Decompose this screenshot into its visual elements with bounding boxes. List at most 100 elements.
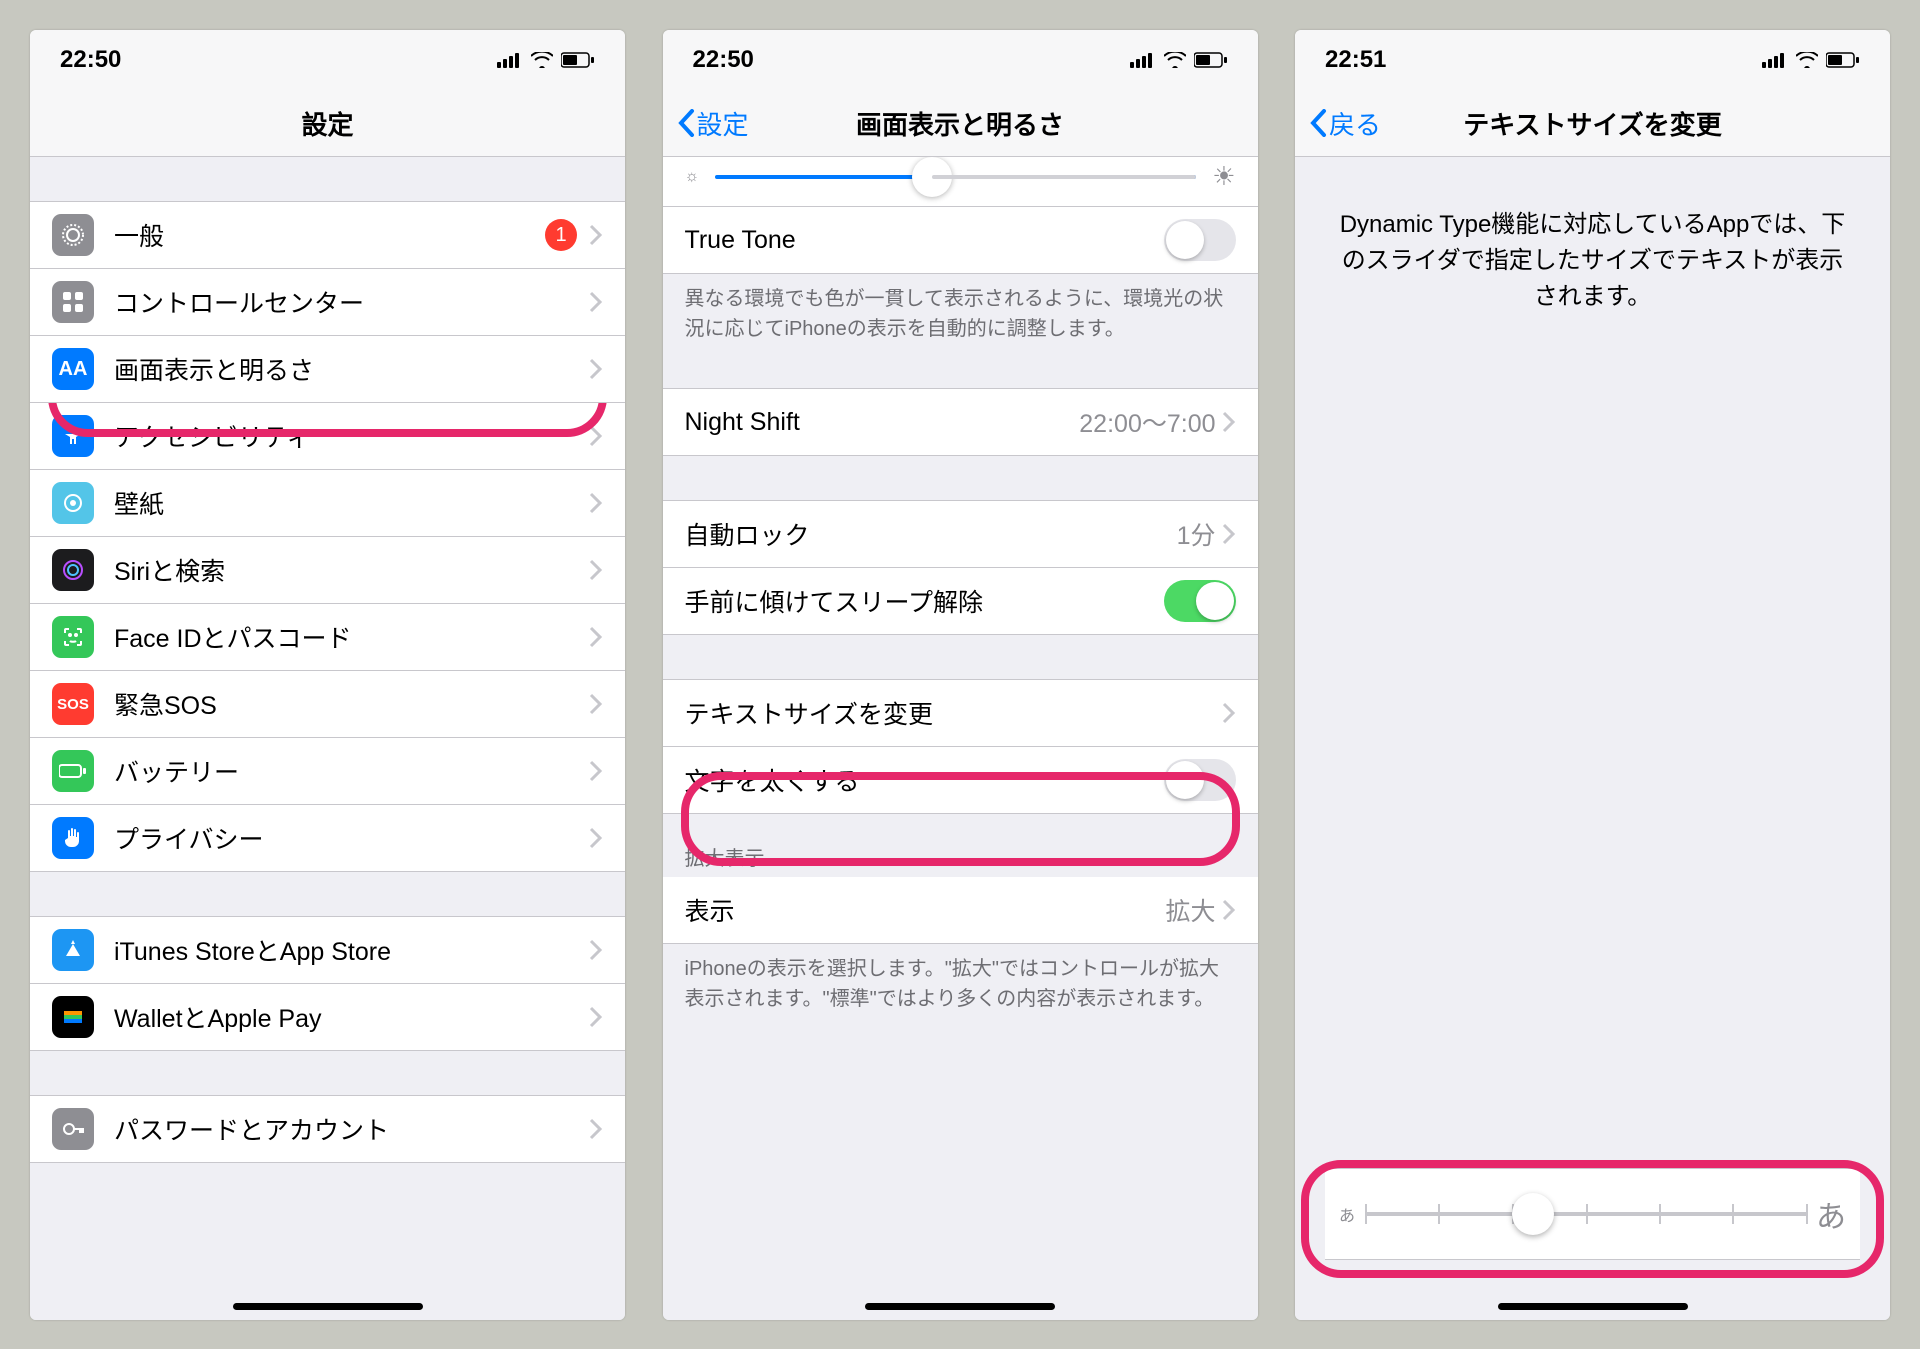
settings-screen: 22:50 設定 一般 1 コントロールセンター AA 画面表示と明るさ xyxy=(30,30,625,1320)
appstore-icon xyxy=(52,929,94,971)
battery-icon xyxy=(1194,52,1228,68)
row-itunes[interactable]: iTunes StoreとApp Store xyxy=(30,916,625,984)
row-sos[interactable]: SOS 緊急SOS xyxy=(30,671,625,738)
chevron-left-icon xyxy=(1309,109,1327,137)
faceid-icon xyxy=(52,616,94,658)
text-size-slider[interactable] xyxy=(1365,1212,1806,1216)
battery-icon xyxy=(1826,52,1860,68)
chevron-right-icon xyxy=(589,291,603,313)
bold-toggle[interactable] xyxy=(1164,759,1236,801)
zoom-description: iPhoneの表示を選択します。"拡大"ではコントロールが拡大表示されます。"標… xyxy=(663,944,1258,1014)
accessibility-icon xyxy=(52,415,94,457)
status-bar: 22:50 xyxy=(663,30,1258,90)
slider-knob[interactable] xyxy=(912,157,952,197)
badge: 1 xyxy=(545,219,577,251)
clock: 22:50 xyxy=(60,46,121,74)
chevron-right-icon xyxy=(589,358,603,380)
chevron-right-icon xyxy=(589,626,603,648)
row-display-brightness[interactable]: AA 画面表示と明るさ xyxy=(30,336,625,403)
chevron-right-icon xyxy=(589,827,603,849)
chevron-right-icon xyxy=(1222,702,1236,724)
status-bar: 22:51 xyxy=(1295,30,1890,90)
wallpaper-icon xyxy=(52,482,94,524)
brightness-slider[interactable] xyxy=(715,175,1196,179)
row-siri[interactable]: Siriと検索 xyxy=(30,537,625,604)
row-wallpaper[interactable]: 壁紙 xyxy=(30,470,625,537)
key-icon xyxy=(52,1108,94,1150)
page-title: テキストサイズを変更 xyxy=(1463,105,1721,142)
wallet-icon xyxy=(52,996,94,1038)
row-truetone[interactable]: True Tone xyxy=(663,207,1258,274)
row-wallet[interactable]: WalletとApple Pay xyxy=(30,984,625,1051)
display-brightness-screen: 22:50 設定 画面表示と明るさ ☼ ☀ True Tone 異なる環境でも色… xyxy=(663,30,1258,1320)
status-icons xyxy=(497,52,595,68)
row-bold-text[interactable]: 文字を太くする xyxy=(663,747,1258,814)
truetone-description: 異なる環境でも色が一貫して表示されるように、環境光の状況に応じてiPhoneの表… xyxy=(663,274,1258,344)
chevron-right-icon xyxy=(589,939,603,961)
status-icons xyxy=(1130,52,1228,68)
chevron-right-icon xyxy=(1222,411,1236,433)
clock: 22:50 xyxy=(693,46,754,74)
row-general[interactable]: 一般 1 xyxy=(30,201,625,269)
row-accessibility[interactable]: アクセシビリティ xyxy=(30,403,625,470)
siri-icon xyxy=(52,549,94,591)
signal-icon xyxy=(1130,52,1156,68)
chevron-right-icon xyxy=(589,760,603,782)
raise-toggle[interactable] xyxy=(1164,580,1236,622)
row-autolock[interactable]: 自動ロック 1分 xyxy=(663,500,1258,568)
small-a-label: あ xyxy=(1339,1202,1355,1226)
nav-bar: 設定 xyxy=(30,90,625,157)
sos-icon: SOS xyxy=(52,683,94,725)
page-title: 画面表示と明るさ xyxy=(856,105,1064,142)
chevron-right-icon xyxy=(589,559,603,581)
home-indicator xyxy=(1498,1303,1688,1310)
home-indicator xyxy=(233,1303,423,1310)
wifi-icon xyxy=(1796,52,1818,68)
row-control-center[interactable]: コントロールセンター xyxy=(30,269,625,336)
battery-icon xyxy=(52,750,94,792)
page-title: 設定 xyxy=(301,105,353,142)
chevron-right-icon xyxy=(589,1118,603,1140)
chevron-left-icon xyxy=(677,109,695,137)
signal-icon xyxy=(1762,52,1788,68)
control-center-icon xyxy=(52,281,94,323)
chevron-right-icon xyxy=(589,425,603,447)
row-display-zoom[interactable]: 表示 拡大 xyxy=(663,877,1258,944)
dynamic-type-explanation: Dynamic Type機能に対応しているAppでは、下のスライダで指定したサイ… xyxy=(1295,157,1890,315)
chevron-right-icon xyxy=(589,492,603,514)
large-a-label: あ xyxy=(1816,1192,1846,1236)
text-size-screen: 22:51 戻る テキストサイズを変更 Dynamic Type機能に対応してい… xyxy=(1295,30,1890,1320)
chevron-right-icon xyxy=(1222,523,1236,545)
row-privacy[interactable]: プライバシー xyxy=(30,805,625,872)
battery-icon xyxy=(561,52,595,68)
row-passwords[interactable]: パスワードとアカウント xyxy=(30,1095,625,1163)
wifi-icon xyxy=(531,52,553,68)
home-indicator xyxy=(865,1303,1055,1310)
slider-knob[interactable] xyxy=(1512,1193,1554,1235)
gear-icon xyxy=(52,214,94,256)
row-faceid[interactable]: Face IDとパスコード xyxy=(30,604,625,671)
row-nightshift[interactable]: Night Shift 22:00～7:00 xyxy=(663,388,1258,456)
sun-large-icon: ☀ xyxy=(1212,161,1235,192)
text-size-slider-area: あ あ xyxy=(1325,1168,1860,1260)
row-battery[interactable]: バッテリー xyxy=(30,738,625,805)
truetone-toggle[interactable] xyxy=(1164,219,1236,261)
back-button[interactable]: 戻る xyxy=(1295,105,1381,142)
row-raise-to-wake[interactable]: 手前に傾けてスリープ解除 xyxy=(663,568,1258,635)
status-icons xyxy=(1762,52,1860,68)
signal-icon xyxy=(497,52,523,68)
back-button[interactable]: 設定 xyxy=(663,105,749,142)
row-text-size[interactable]: テキストサイズを変更 xyxy=(663,679,1258,747)
nav-bar: 設定 画面表示と明るさ xyxy=(663,90,1258,157)
brightness-slider-row: ☼ ☀ xyxy=(663,157,1258,207)
status-bar: 22:50 xyxy=(30,30,625,90)
wifi-icon xyxy=(1164,52,1186,68)
chevron-right-icon xyxy=(589,224,603,246)
nav-bar: 戻る テキストサイズを変更 xyxy=(1295,90,1890,157)
chevron-right-icon xyxy=(589,1006,603,1028)
chevron-right-icon xyxy=(1222,899,1236,921)
clock: 22:51 xyxy=(1325,46,1386,74)
text-size-icon: AA xyxy=(52,348,94,390)
hand-icon xyxy=(52,817,94,859)
chevron-right-icon xyxy=(589,693,603,715)
